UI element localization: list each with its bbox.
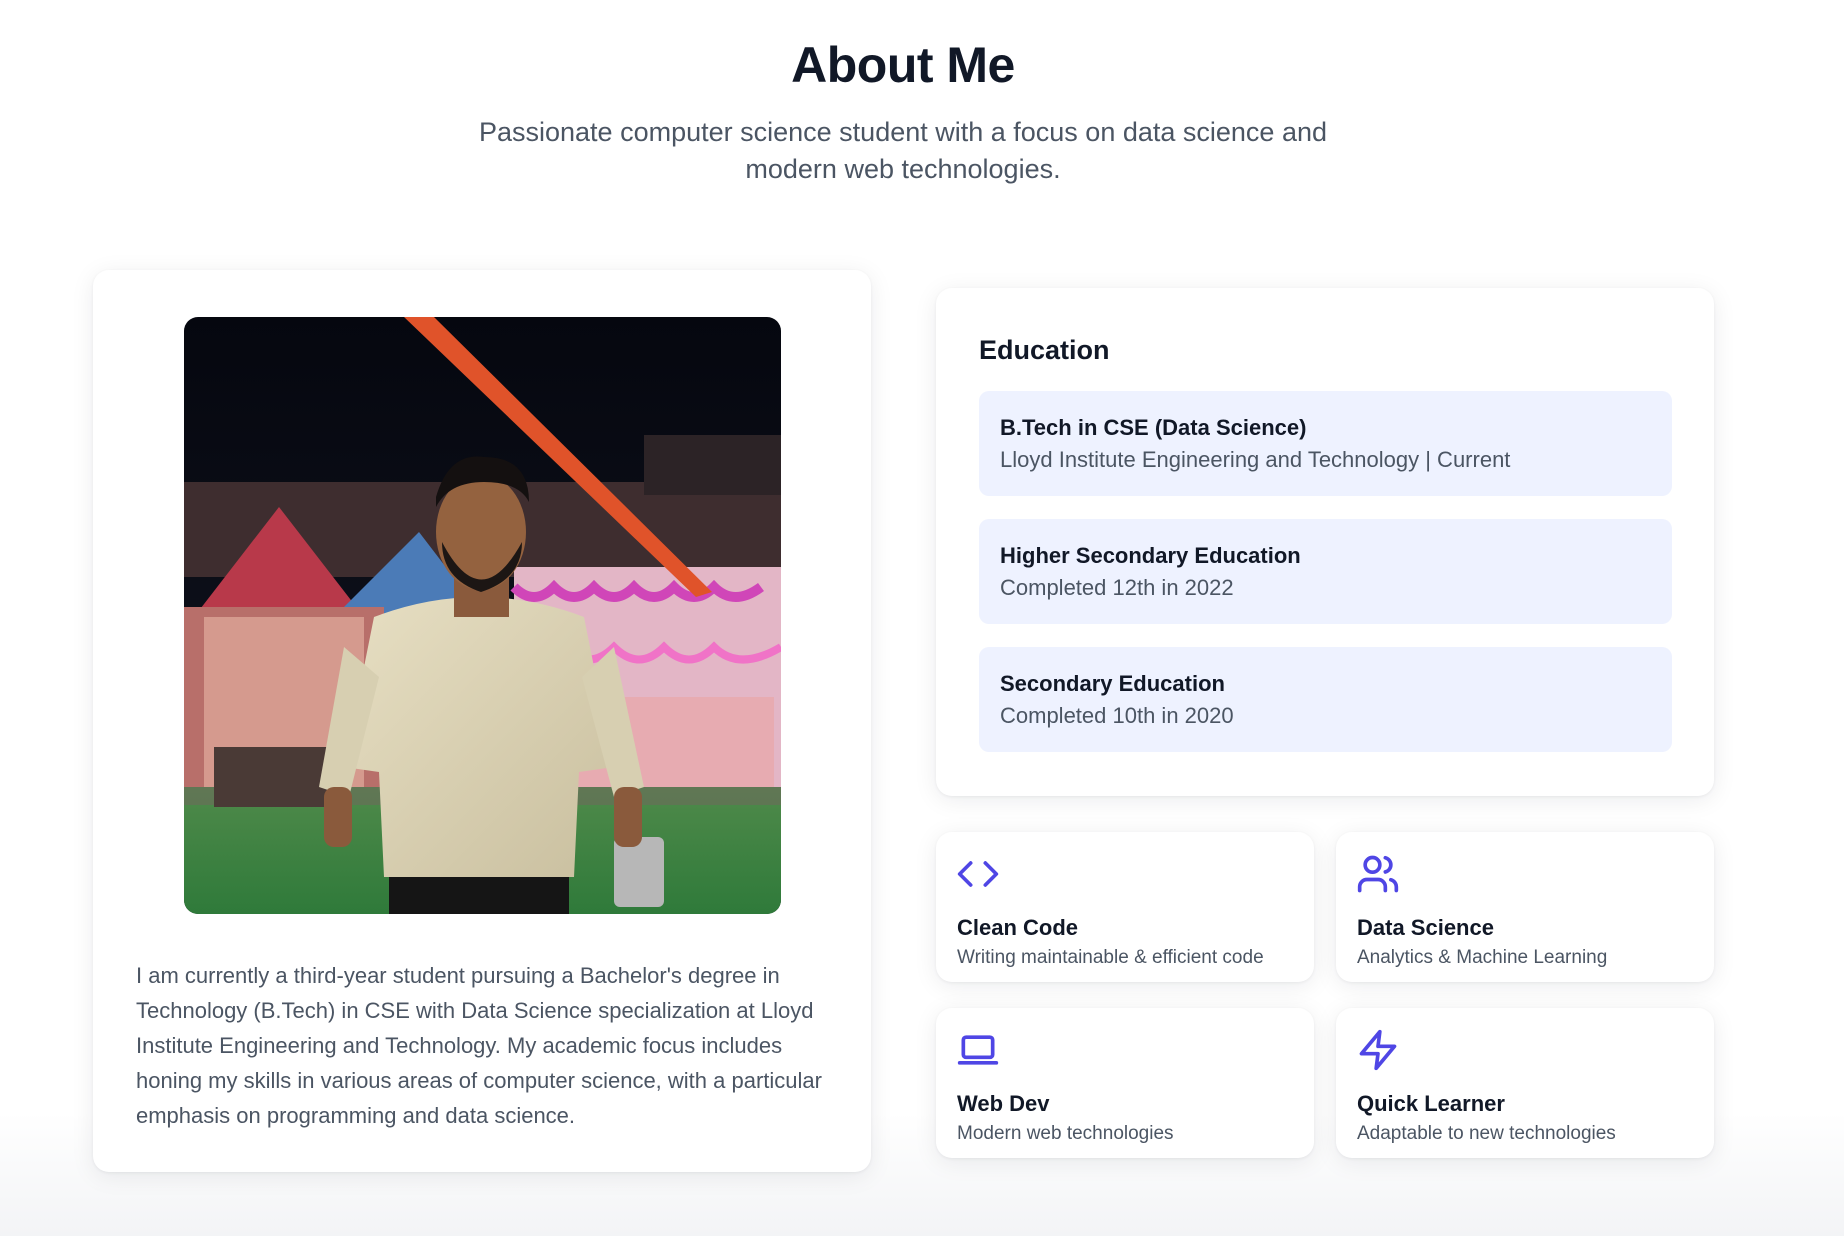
users-icon bbox=[1356, 852, 1400, 896]
subtitle-line-2: modern web technologies. bbox=[745, 154, 1061, 184]
education-detail: Lloyd Institute Engineering and Technolo… bbox=[1000, 447, 1511, 472]
feature-card-clean-code: Clean Code Writing maintainable & effici… bbox=[936, 832, 1314, 982]
feature-title: Quick Learner bbox=[1357, 1091, 1505, 1116]
education-degree: Higher Secondary Education bbox=[1000, 543, 1301, 568]
feature-description: Modern web technologies bbox=[957, 1123, 1174, 1144]
bio-text: I am currently a third-year student purs… bbox=[136, 963, 822, 1128]
page-subtitle: Passionate computer science student with… bbox=[453, 114, 1353, 188]
feature-card-data-science: Data Science Analytics & Machine Learnin… bbox=[1336, 832, 1714, 982]
feature-title: Web Dev bbox=[957, 1091, 1050, 1116]
education-detail: Completed 12th in 2022 bbox=[1000, 575, 1234, 600]
education-degree: Secondary Education bbox=[1000, 671, 1225, 696]
education-item: Higher Secondary Education Completed 12t… bbox=[979, 519, 1672, 624]
profile-photo-image bbox=[184, 317, 781, 914]
laptop-icon bbox=[956, 1028, 1000, 1072]
feature-description: Writing maintainable & efficient code bbox=[957, 947, 1264, 968]
education-heading: Education bbox=[979, 335, 1110, 365]
feature-card-quick-learner: Quick Learner Adaptable to new technolog… bbox=[1336, 1008, 1714, 1158]
page-title: About Me bbox=[791, 37, 1015, 93]
profile-card: I am currently a third-year student purs… bbox=[93, 270, 871, 1172]
about-section: About Me Passionate computer science stu… bbox=[0, 0, 1844, 1236]
education-item: Secondary Education Completed 10th in 20… bbox=[979, 647, 1672, 752]
feature-title: Clean Code bbox=[957, 915, 1079, 940]
education-detail: Completed 10th in 2020 bbox=[1000, 703, 1234, 728]
feature-title: Data Science bbox=[1357, 915, 1494, 940]
subtitle-line-1: Passionate computer science student with… bbox=[478, 117, 1327, 147]
feature-card-web-dev: Web Dev Modern web technologies bbox=[936, 1008, 1314, 1158]
lightning-icon bbox=[1356, 1028, 1400, 1072]
feature-description: Adaptable to new technologies bbox=[1357, 1123, 1616, 1144]
profile-photo bbox=[184, 317, 781, 914]
education-card: Education B.Tech in CSE (Data Science) L… bbox=[936, 288, 1714, 796]
education-degree: B.Tech in CSE (Data Science) bbox=[1000, 415, 1307, 440]
education-item: B.Tech in CSE (Data Science) Lloyd Insti… bbox=[979, 391, 1672, 496]
code-icon bbox=[956, 852, 1000, 896]
feature-description: Analytics & Machine Learning bbox=[1357, 947, 1608, 968]
